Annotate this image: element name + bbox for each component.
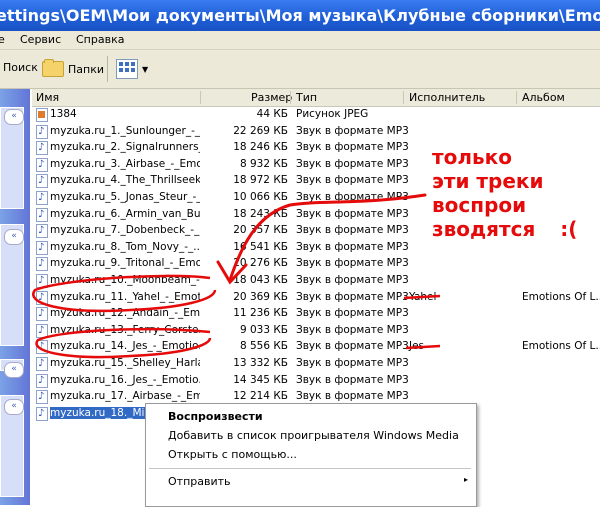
- annotation-line-4: зводятся: [432, 217, 536, 241]
- annotation-text: только эти треки воспрои зводятся :(: [432, 145, 577, 241]
- annotation-arrow-line: [228, 193, 427, 282]
- sad-face: :(: [560, 217, 578, 241]
- annotation-line-4-wrap: зводятся :(: [432, 217, 577, 241]
- annotation-ink: [32, 193, 441, 359]
- annotation-circle-track-11: [32, 274, 217, 313]
- annotation-underline-jes: [405, 344, 441, 350]
- annotation-underline-yahel: [403, 294, 441, 300]
- annotation-circle-track-14: [35, 327, 212, 359]
- annotation-line-3: воспрои: [432, 193, 527, 217]
- annotation-line-1: только: [432, 145, 512, 169]
- annotation-line-2: эти треки: [432, 169, 544, 193]
